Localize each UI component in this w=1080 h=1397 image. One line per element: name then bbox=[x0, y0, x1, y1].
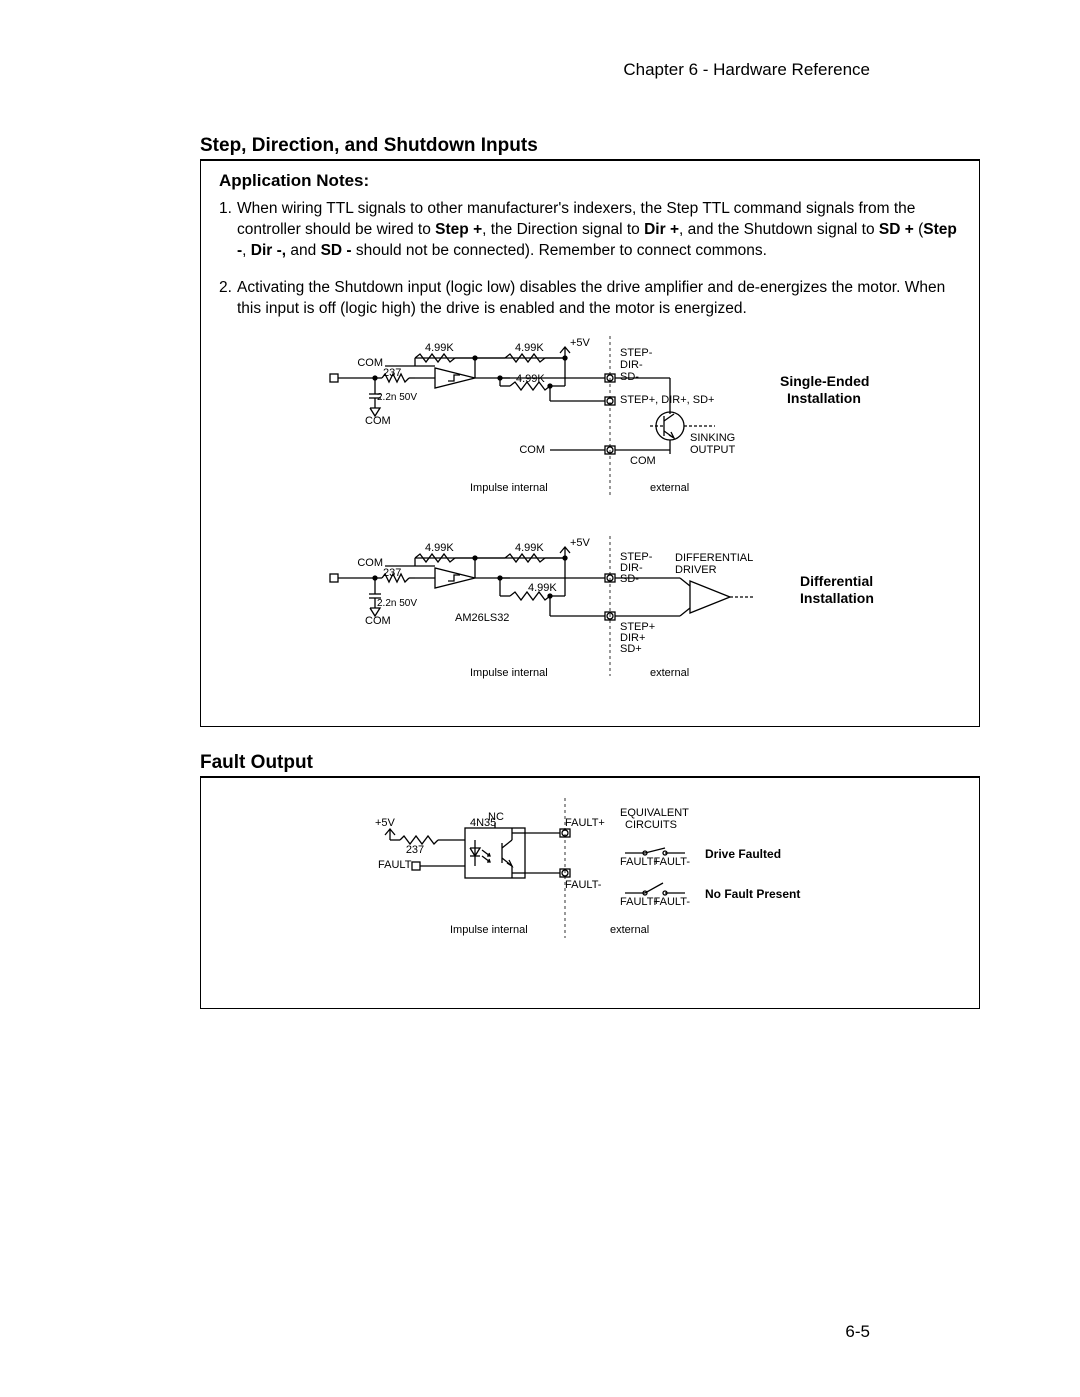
lbl3-circ: CIRCUITS bbox=[625, 819, 677, 831]
lbl2-237: 237 bbox=[383, 567, 401, 579]
lbl-r499k-1: 4.99K bbox=[425, 342, 454, 354]
txt: , the Direction signal to bbox=[482, 221, 644, 238]
note-2-body: Activating the Shutdown input (logic low… bbox=[237, 278, 961, 320]
fault-output-box: +5V 237 4N35 NC FAULT FAULT+ FAULT- EQUI… bbox=[200, 777, 980, 1009]
app-notes-title: Application Notes: bbox=[219, 171, 961, 191]
lbl-237: 237 bbox=[383, 367, 401, 379]
txt: Dir + bbox=[644, 221, 679, 238]
note-2: 2. Activating the Shutdown input (logic … bbox=[219, 278, 961, 320]
lbl3-fp: FAULT+ bbox=[565, 817, 605, 829]
lbl2-r2: 4.99K bbox=[515, 542, 544, 554]
note-1: 1. When wiring TTL signals to other manu… bbox=[219, 199, 961, 262]
lbl2-imp: Impulse internal bbox=[470, 667, 548, 679]
lbl-step-plus: STEP+, DIR+, SD+ bbox=[620, 394, 714, 406]
lbl3-fm2: FAULT- bbox=[654, 856, 691, 868]
lbl2-r1: 4.99K bbox=[425, 542, 454, 554]
lbl3-fm: FAULT- bbox=[565, 879, 602, 891]
lbl-com-gnd: COM bbox=[365, 415, 391, 427]
page-number: 6-5 bbox=[845, 1322, 870, 1342]
lbl2-r3: 4.99K bbox=[528, 582, 557, 594]
txt: , bbox=[242, 242, 251, 259]
lbl2-com-g: COM bbox=[365, 615, 391, 627]
lbl-5v: +5V bbox=[570, 337, 591, 349]
section1-title: Step, Direction, and Shutdown Inputs bbox=[200, 135, 980, 160]
lbl3-ext: external bbox=[610, 924, 649, 936]
lbl2-am26: AM26LS32 bbox=[455, 612, 509, 624]
txt: should not be connected). Remember to co… bbox=[352, 242, 767, 259]
lbl-dir-minus: DIR- bbox=[620, 359, 643, 371]
note-1-num: 1. bbox=[219, 199, 237, 262]
lbl3-5v: +5V bbox=[375, 817, 396, 829]
lbl2-5v: +5V bbox=[570, 537, 591, 549]
lbl-com-1: COM bbox=[357, 357, 383, 369]
circuit-differential: +5V 4.99K 4.99K COM 237 2.2n 50V COM AM2… bbox=[270, 536, 910, 706]
lbl2-com: COM bbox=[357, 557, 383, 569]
note-1-body: When wiring TTL signals to other manufac… bbox=[237, 199, 961, 262]
lbl2-sdm: SD- bbox=[620, 573, 639, 585]
txt: , and the Shutdown signal to bbox=[679, 221, 879, 238]
lbl2-diff: Differential bbox=[800, 573, 873, 589]
lbl-sinking: SINKING bbox=[690, 432, 735, 444]
lbl-r499k-3: 4.99K bbox=[516, 373, 545, 385]
lbl-com-2: COM bbox=[519, 444, 545, 456]
lbl2-ext: external bbox=[650, 667, 689, 679]
lbl-cap: 2.2n 50V bbox=[377, 392, 417, 403]
lbl2-dd2: DRIVER bbox=[675, 564, 717, 576]
circuit-fault: +5V 237 4N35 NC FAULT FAULT+ FAULT- EQUI… bbox=[270, 798, 910, 978]
section2-title: Fault Output bbox=[200, 752, 980, 777]
lbl3-fm3: FAULT- bbox=[654, 896, 691, 908]
txt: Step + bbox=[435, 221, 482, 238]
circuit-single-ended: +5V 4.99K 4.99K COM 237 2.2n 50V COM 4.9… bbox=[270, 336, 910, 526]
lbl-single-ended: Single-Ended bbox=[780, 373, 869, 389]
lbl-com-3: COM bbox=[630, 455, 656, 467]
lbl-sd-minus: SD- bbox=[620, 371, 639, 383]
txt: ( bbox=[914, 221, 923, 238]
lbl3-nf: No Fault Present bbox=[705, 887, 800, 901]
txt: Dir -, bbox=[251, 242, 286, 259]
chapter-header: Chapter 6 - Hardware Reference bbox=[623, 60, 870, 80]
note-2-num: 2. bbox=[219, 278, 237, 320]
lbl2-inst: Installation bbox=[800, 590, 874, 606]
lbl-impulse: Impulse internal bbox=[470, 482, 548, 494]
lbl3-imp: Impulse internal bbox=[450, 924, 528, 936]
lbl-step-minus: STEP- bbox=[620, 347, 653, 359]
lbl-r499k-2: 4.99K bbox=[515, 342, 544, 354]
txt: SD - bbox=[321, 242, 352, 259]
lbl3-fault: FAULT bbox=[378, 859, 412, 871]
lbl3-df: Drive Faulted bbox=[705, 847, 781, 861]
txt: and bbox=[286, 242, 320, 259]
lbl3-237: 237 bbox=[406, 844, 424, 856]
lbl3-equiv: EQUIVALENT bbox=[620, 807, 689, 819]
lbl2-dd1: DIFFERENTIAL bbox=[675, 552, 753, 564]
application-notes-box: Application Notes: 1. When wiring TTL si… bbox=[200, 160, 980, 727]
lbl-installation-1: Installation bbox=[787, 390, 861, 406]
lbl2-cap: 2.2n 50V bbox=[377, 598, 417, 609]
lbl2-sdp: SD+ bbox=[620, 643, 642, 655]
lbl-external: external bbox=[650, 482, 689, 494]
lbl3-nc: NC bbox=[488, 811, 504, 823]
lbl-output: OUTPUT bbox=[690, 444, 736, 456]
txt: SD + bbox=[879, 221, 914, 238]
